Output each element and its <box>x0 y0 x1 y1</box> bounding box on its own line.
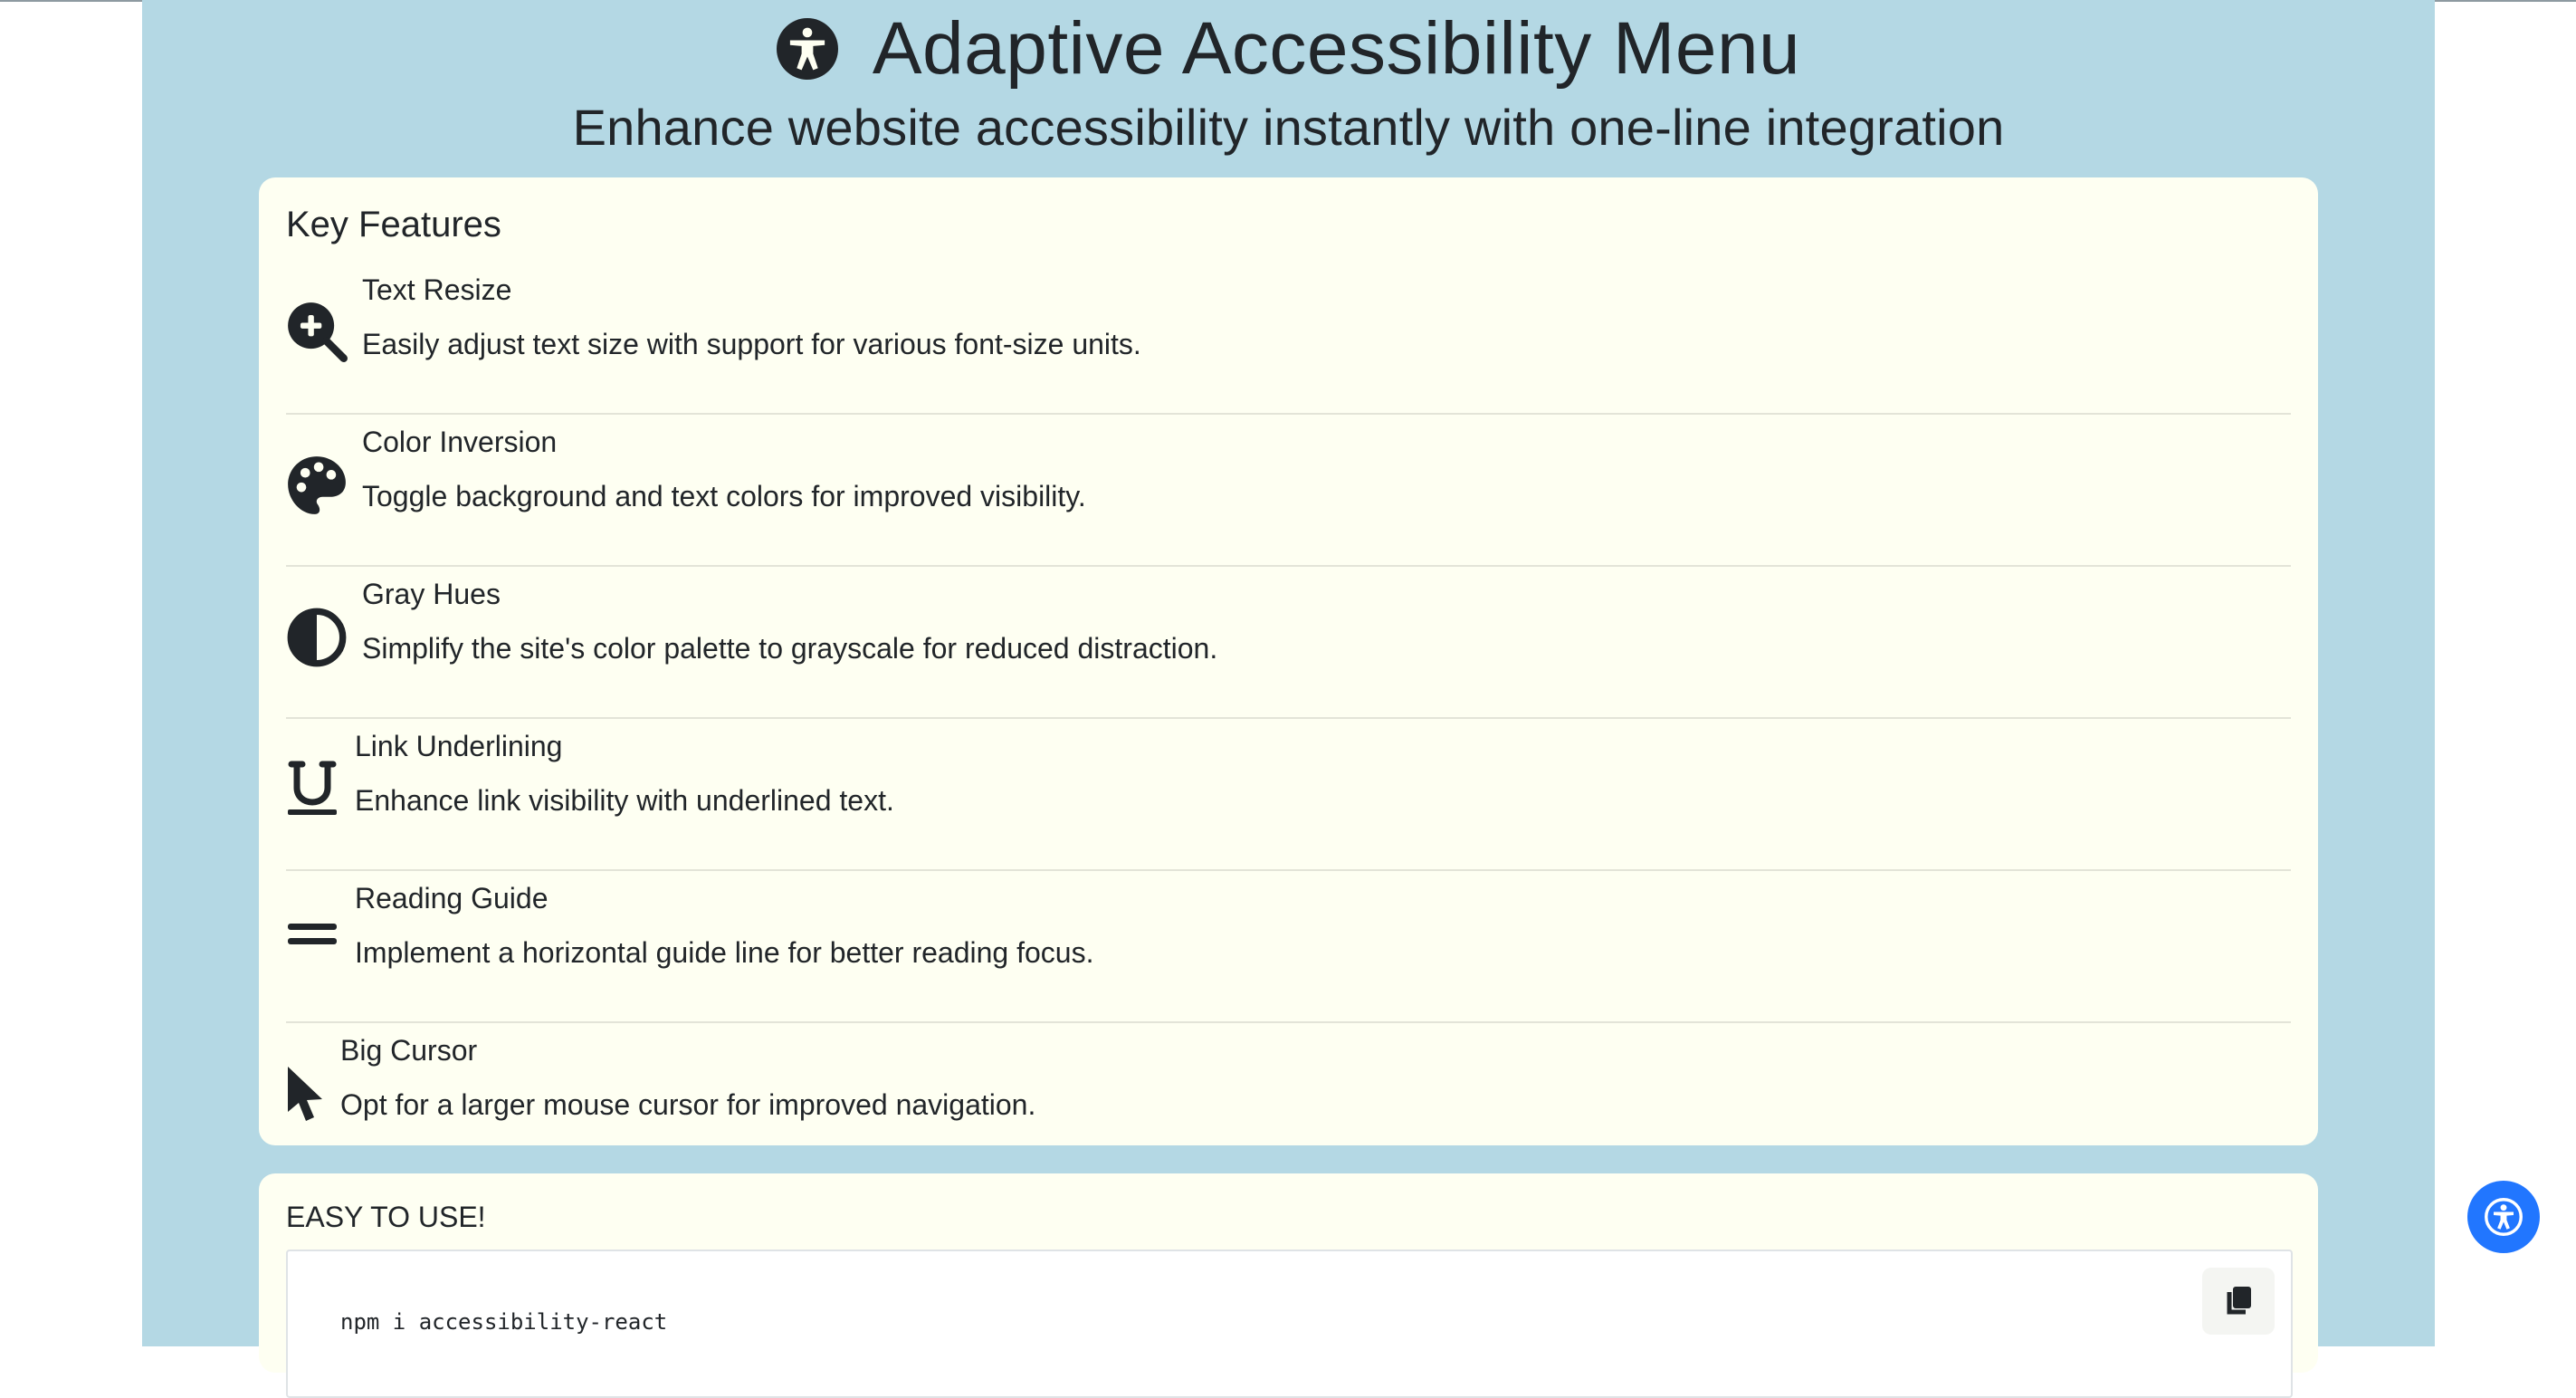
accessibility-menu-toggle-button[interactable] <box>2467 1181 2540 1253</box>
feature-name: Link Underlining <box>355 730 563 762</box>
install-command[interactable]: npm i accessibility-react <box>340 1309 667 1335</box>
feature-description: Implement a horizontal guide line for be… <box>355 936 1094 969</box>
feature-name: Big Cursor <box>340 1034 478 1067</box>
usage-heading: EASY TO USE! <box>286 1201 486 1233</box>
half-circle-contrast-icon <box>287 608 347 667</box>
feature-item-big-cursor: Big Cursor Opt for a larger mouse cursor… <box>286 1021 2291 1173</box>
feature-name: Text Resize <box>362 273 512 306</box>
features-heading: Key Features <box>286 205 501 244</box>
feature-description: Toggle background and text colors for im… <box>362 480 1086 512</box>
features-card: Key Features Text Resize Easily adjust t… <box>259 177 2318 1145</box>
palette-icon <box>288 456 346 514</box>
copy-button[interactable] <box>2202 1268 2275 1335</box>
magnifier-plus-icon <box>288 302 348 362</box>
main-content: Adaptive Accessibility Menu Enhance webs… <box>142 0 2435 1398</box>
page-title: Adaptive Accessibility Menu <box>872 7 1801 90</box>
universal-access-icon <box>776 18 838 80</box>
feature-name: Gray Hues <box>362 578 501 610</box>
arrow-cursor-icon <box>288 1067 322 1121</box>
equals-lines-icon <box>288 924 337 944</box>
universal-access-icon <box>2485 1198 2523 1236</box>
feature-description: Easily adjust text size with support for… <box>362 328 1141 360</box>
underline-icon <box>288 761 337 815</box>
feature-name: Color Inversion <box>362 426 558 458</box>
feature-name: Reading Guide <box>355 882 549 914</box>
feature-item-link-underlining: Link Underlining Enhance link visibility… <box>286 717 2291 871</box>
code-block: npm i accessibility-react <box>286 1250 2293 1398</box>
feature-item-gray-hues: Gray Hues Simplify the site's color pale… <box>286 565 2291 719</box>
feature-item-color-inversion: Color Inversion Toggle background and te… <box>286 413 2291 567</box>
feature-description: Enhance link visibility with underlined … <box>355 784 894 817</box>
usage-card: EASY TO USE! npm i accessibility-react <box>259 1173 2318 1398</box>
feature-item-reading-guide: Reading Guide Implement a horizontal gui… <box>286 869 2291 1023</box>
feature-description: Opt for a larger mouse cursor for improv… <box>340 1088 1036 1121</box>
copy-icon <box>2227 1287 2251 1315</box>
feature-item-text-resize: Text Resize Easily adjust text size with… <box>286 261 2291 415</box>
feature-description: Simplify the site's color palette to gra… <box>362 632 1218 665</box>
page-header: Adaptive Accessibility Menu <box>142 4 2435 94</box>
page-subtitle: Enhance website accessibility instantly … <box>572 99 2005 156</box>
